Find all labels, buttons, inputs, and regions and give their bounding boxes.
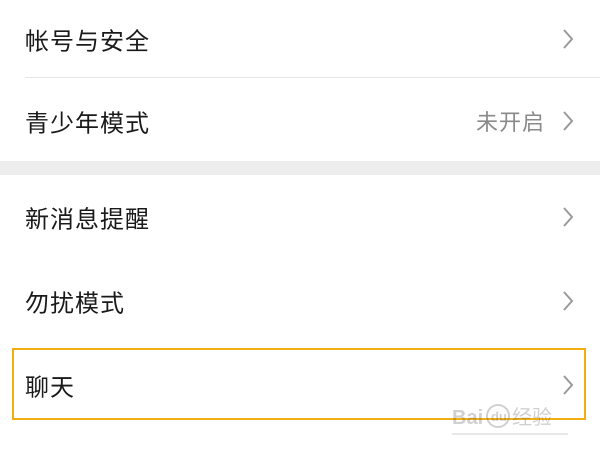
svg-text:du: du xyxy=(491,409,507,424)
chevron-right-icon xyxy=(562,290,574,312)
chevron-right-icon xyxy=(562,206,574,228)
chevron-right-icon xyxy=(562,374,574,396)
svg-text:Bai: Bai xyxy=(452,407,483,429)
settings-item-label: 新消息提醒 xyxy=(25,205,150,234)
settings-item-do-not-disturb[interactable]: 勿扰模式 xyxy=(0,262,600,340)
settings-item-label: 青少年模式 xyxy=(25,109,150,138)
settings-item-label: 聊天 xyxy=(25,373,75,402)
section-separator xyxy=(0,161,600,175)
baidu-jingyan-watermark: Bai du 经验 xyxy=(452,398,570,438)
settings-screen: 帐号与安全 青少年模式 未开启 新消息提醒 勿扰模式 聊天 Bai du 经验 xyxy=(0,0,600,450)
settings-item-new-message-notification[interactable]: 新消息提醒 xyxy=(0,178,600,256)
chevron-right-icon xyxy=(562,28,574,50)
settings-item-label: 帐号与安全 xyxy=(25,27,150,56)
chevron-right-icon xyxy=(562,110,574,132)
settings-item-account-security[interactable]: 帐号与安全 xyxy=(0,0,600,78)
teen-mode-status: 未开启 xyxy=(475,111,545,136)
svg-text:经验: 经验 xyxy=(512,405,552,429)
settings-item-label: 勿扰模式 xyxy=(25,289,125,318)
settings-item-teen-mode[interactable]: 青少年模式 未开启 xyxy=(0,82,600,160)
row-divider xyxy=(25,77,600,78)
